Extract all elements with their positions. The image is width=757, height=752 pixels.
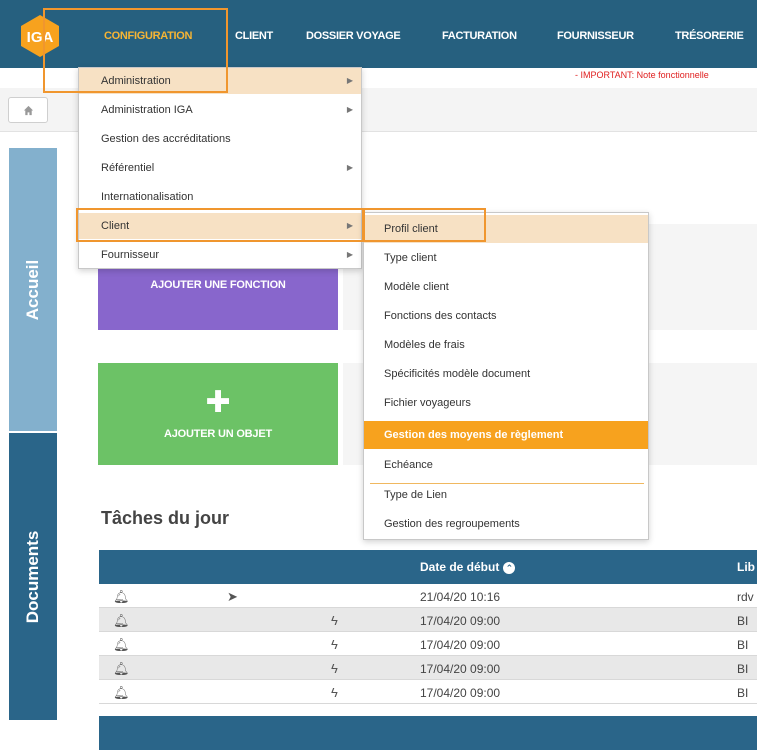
tab-documents-label: Documents (23, 530, 42, 623)
submenu-item-type-client[interactable]: Type client (364, 244, 648, 272)
bell-icon: 🔔︎ (113, 589, 130, 604)
submenu-item-type-lien[interactable]: Type de Lien (364, 481, 648, 509)
submenu-item-modele-client[interactable]: Modèle client (364, 273, 648, 301)
column-libelle[interactable]: Lib (737, 560, 755, 574)
add-object-button[interactable]: ✚ AJOUTER UN OBJET (98, 363, 338, 465)
menu-item-administration-iga[interactable]: Administration IGA ▶ (79, 97, 361, 123)
table-row[interactable]: 🔔︎ ϟ 17/04/20 09:00 BI (99, 632, 757, 656)
important-notice[interactable]: - IMPORTANT: Note fonctionnelle (575, 70, 709, 80)
submenu-item-fichier-voyageurs[interactable]: Fichier voyageurs (364, 389, 648, 417)
navigation-arrow-icon: ➤ (227, 589, 238, 604)
nav-tresorerie[interactable]: TRÉSORERIE (675, 30, 744, 42)
task-date: 17/04/20 09:00 (420, 614, 501, 628)
bell-icon: 🔔︎ (113, 637, 130, 652)
submenu-item-moyens-reglement[interactable]: Gestion des moyens de règlement (364, 421, 648, 449)
lightning-icon: ϟ (331, 637, 338, 652)
caret-right-icon: ▶ (346, 163, 353, 172)
nav-client[interactable]: CLIENT (235, 30, 273, 42)
sort-chevron-icon[interactable]: ⌃ (503, 562, 516, 574)
home-icon (23, 105, 33, 115)
menu-item-accreditations[interactable]: Gestion des accréditations (79, 126, 361, 152)
task-date: 21/04/20 10:16 (420, 590, 501, 604)
task-lib: rdv (737, 590, 754, 604)
tab-accueil-label: Accueil (23, 259, 42, 320)
top-navigation-bar: IGA CONFIGURATION CLIENT DOSSIER VOYAGE … (0, 0, 757, 68)
home-button[interactable] (8, 97, 48, 123)
menu-item-client[interactable]: Client ▶ (79, 213, 361, 239)
task-lib: BI (737, 662, 749, 676)
submenu-item-profil-client[interactable]: Profil client (364, 215, 648, 243)
bell-icon: 🔔︎ (113, 613, 130, 628)
tasks-title: Tâches du jour (101, 508, 230, 528)
menu-item-fournisseur[interactable]: Fournisseur ▶ (79, 242, 361, 268)
nav-dossier-voyage[interactable]: DOSSIER VOYAGE (306, 30, 401, 42)
submenu-item-echeance[interactable]: Echéance (364, 451, 648, 479)
configuration-dropdown-menu: Administration ▶ Administration IGA ▶ Gest… (78, 67, 362, 269)
nav-fournisseur[interactable]: FOURNISSEUR (557, 30, 634, 42)
lightning-icon: ϟ (331, 613, 338, 628)
add-object-label: AJOUTER UN OBJET (163, 428, 273, 440)
client-submenu: Profil client Type client Modèle client … (363, 212, 649, 540)
plus-icon: ✚ (205, 386, 231, 419)
menu-item-internationalisation[interactable]: Internationalisation (79, 184, 361, 210)
menu-item-referentiel[interactable]: Référentiel ▶ (79, 155, 361, 181)
lightning-icon: ϟ (331, 661, 338, 676)
task-date: 17/04/20 09:00 (420, 638, 501, 652)
table-footer (99, 716, 757, 750)
tasks-table: Date de début ⌃ Lib 🔔︎ ➤ 21/04/20 10:16 r… (99, 550, 757, 750)
tab-documents[interactable]: Documents (9, 433, 57, 720)
table-row[interactable]: 🔔︎ ϟ 17/04/20 09:00 BI (99, 608, 757, 632)
submenu-item-regroupements[interactable]: Gestion des regroupements (364, 510, 648, 538)
caret-right-icon: ▶ (346, 76, 353, 85)
task-lib: BI (737, 686, 749, 700)
caret-right-icon: ▶ (346, 250, 353, 259)
table-row[interactable]: 🔔︎ ϟ 17/04/20 09:00 BI (99, 680, 757, 704)
submenu-item-fonctions-contacts[interactable]: Fonctions des contacts (364, 302, 648, 330)
column-start-date[interactable]: Date de début ⌃ (420, 560, 516, 574)
task-lib: BI (737, 614, 749, 628)
caret-right-icon: ▶ (346, 105, 353, 114)
bell-icon: 🔔︎ (113, 685, 130, 700)
task-date: 17/04/20 09:00 (420, 662, 501, 676)
table-row[interactable]: 🔔︎ ϟ 17/04/20 09:00 BI (99, 656, 757, 680)
nav-configuration[interactable]: CONFIGURATION (104, 30, 192, 42)
add-function-label: AJOUTER UNE FONCTION (150, 279, 286, 291)
iga-logo[interactable]: IGA (18, 14, 62, 58)
lightning-icon: ϟ (331, 685, 338, 700)
tab-accueil[interactable]: Accueil (9, 148, 57, 431)
task-lib: BI (737, 638, 749, 652)
submenu-item-modeles-frais[interactable]: Modèles de frais (364, 331, 648, 359)
nav-facturation[interactable]: FACTURATION (442, 30, 517, 42)
submenu-item-specificites-document[interactable]: Spécificités modèle document (364, 360, 648, 388)
table-header: Date de début ⌃ Lib (99, 550, 757, 584)
svg-text:IGA: IGA (27, 29, 54, 46)
table-row[interactable]: 🔔︎ ➤ 21/04/20 10:16 rdv (99, 584, 757, 608)
menu-item-administration[interactable]: Administration ▶ (79, 68, 361, 94)
caret-right-icon: ▶ (346, 221, 353, 230)
task-date: 17/04/20 09:00 (420, 686, 501, 700)
bell-icon: 🔔︎ (113, 661, 130, 676)
